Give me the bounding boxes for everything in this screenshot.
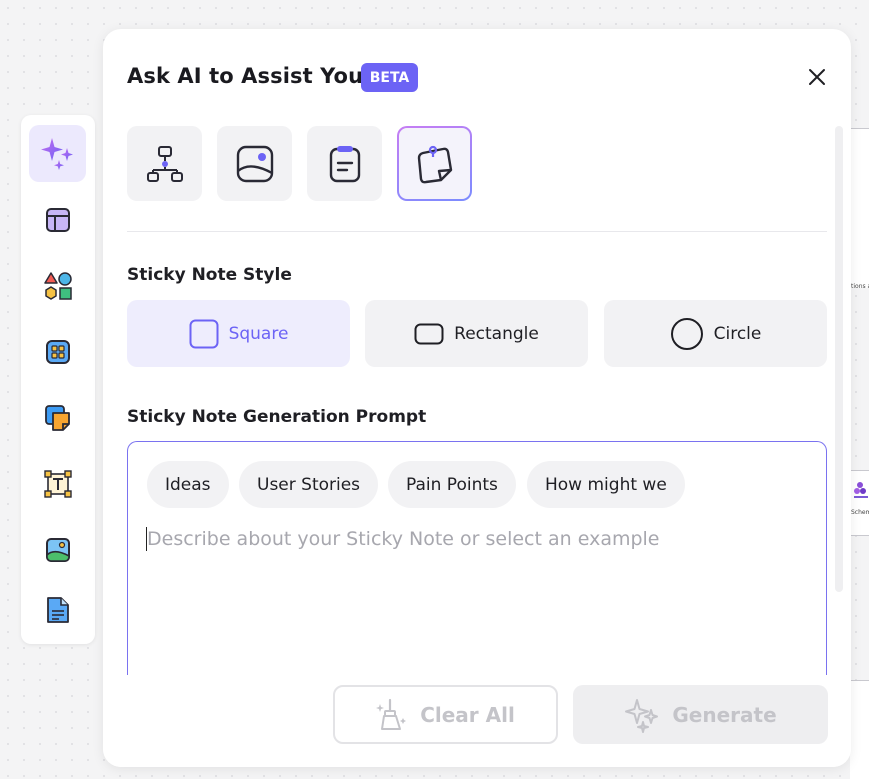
prompt-section-label: Sticky Note Generation Prompt <box>127 407 427 427</box>
example-chip-user-stories[interactable]: User Stories <box>239 461 379 508</box>
divider <box>127 231 827 232</box>
panel-footer: Clear All Generate <box>103 675 851 767</box>
components-icon <box>45 339 70 364</box>
template-icon <box>45 207 70 232</box>
image-tool[interactable] <box>29 521 86 578</box>
canvas-fragment-text: tions a <box>851 283 869 290</box>
example-chip-pain-points[interactable]: Pain Points <box>388 461 516 508</box>
square-shape-icon <box>189 319 219 348</box>
document-icon <box>46 596 69 623</box>
sparkle-icon <box>625 698 659 733</box>
notepad-icon <box>329 145 360 182</box>
image-icon <box>45 537 70 562</box>
template-tool[interactable] <box>29 191 86 248</box>
canvas-fragment-text: Schematics <box>851 509 869 516</box>
panel-title: Ask AI to Assist You <box>127 64 364 88</box>
clear-all-label: Clear All <box>420 702 515 727</box>
style-option-label: Square <box>228 323 289 344</box>
flowchart-icon <box>146 145 183 182</box>
close-icon <box>809 69 825 85</box>
circle-shape-icon <box>670 317 703 350</box>
style-option-rectangle[interactable]: Rectangle <box>365 300 588 367</box>
broom-icon <box>376 698 407 730</box>
components-tool[interactable] <box>29 323 86 380</box>
style-option-circle[interactable]: Circle <box>604 300 827 367</box>
left-toolbar <box>21 115 95 644</box>
mode-notepad[interactable] <box>307 126 382 201</box>
example-chip-how-might-we[interactable]: How might we <box>527 461 685 508</box>
style-option-label: Rectangle <box>454 323 539 344</box>
canvas-fragment <box>850 680 869 779</box>
mode-flowchart[interactable] <box>127 126 202 201</box>
shapes-icon <box>43 271 72 300</box>
ai-assist-tool[interactable] <box>29 125 86 182</box>
example-chip-ideas[interactable]: Ideas <box>147 461 229 508</box>
shapes-tool[interactable] <box>29 257 86 314</box>
sticky-notes-icon <box>44 404 70 431</box>
generate-label: Generate <box>672 702 777 727</box>
text-tool[interactable] <box>29 455 86 512</box>
style-option-label: Circle <box>713 323 762 344</box>
document-tool[interactable] <box>29 581 86 638</box>
sticky-note-icon <box>417 145 452 183</box>
canvas-fragment-icon <box>854 482 868 498</box>
canvas-fragment <box>850 128 869 288</box>
close-button[interactable] <box>805 65 829 89</box>
clear-all-button[interactable]: Clear All <box>333 685 558 744</box>
style-section-label: Sticky Note Style <box>127 265 292 285</box>
prompt-placeholder: Describe about your Sticky Note or selec… <box>147 528 660 550</box>
generate-button[interactable]: Generate <box>573 685 828 744</box>
image-icon <box>236 145 273 182</box>
style-option-square[interactable]: Square <box>127 300 350 367</box>
scrollbar[interactable] <box>835 126 843 592</box>
ai-sparkle-icon <box>40 137 73 170</box>
beta-badge: BETA <box>361 63 418 92</box>
mode-sticky-note[interactable] <box>397 126 472 201</box>
mode-image[interactable] <box>217 126 292 201</box>
sticky-notes-tool[interactable] <box>29 389 86 446</box>
rectangle-shape-icon <box>414 323 444 344</box>
ai-assist-panel: Ask AI to Assist You BETA Sticky Note St… <box>103 29 851 767</box>
text-icon <box>43 469 72 498</box>
